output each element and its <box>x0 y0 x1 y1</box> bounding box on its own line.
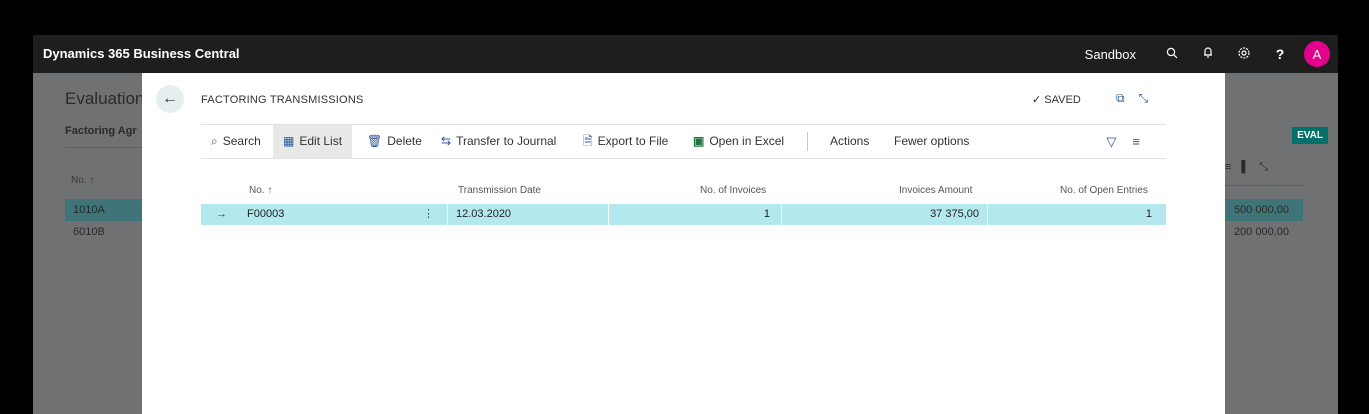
divider <box>65 147 145 148</box>
page-tool-icons: ≡▌⤡ <box>1225 161 1278 174</box>
export-to-file-button[interactable]: 🗎 Export to File <box>583 125 668 158</box>
environment-label[interactable]: Sandbox <box>1085 47 1136 62</box>
limit-value: 200 000,00 <box>1233 226 1289 238</box>
cell-transmission-date[interactable]: 12.03.2020 <box>456 204 511 225</box>
eval-badge: EVAL <box>1292 127 1328 144</box>
cell-invoices-amount[interactable]: 37 375,00 <box>781 204 979 225</box>
collapse-icon[interactable]: ⤡ <box>1259 161 1278 173</box>
avatar[interactable]: A <box>1304 41 1330 67</box>
trash-icon: 🗑 <box>367 134 383 148</box>
bookmark-icon[interactable]: ▌ <box>1241 161 1259 173</box>
table-row[interactable]: → F00003 ⋮ 12.03.2020 1 37 375,00 1 <box>201 204 1166 225</box>
settings-icon[interactable] <box>1226 46 1262 63</box>
cell-divider <box>447 204 448 225</box>
export-label: Export to File <box>597 134 669 148</box>
fewer-options-button[interactable]: Fewer options <box>894 125 969 158</box>
page-title: Evaluation <box>65 89 145 108</box>
row-arrow-icon: → <box>216 208 227 220</box>
app-window: Dynamics 365 Business Central Sandbox ? … <box>33 35 1338 414</box>
edit-list-icon: ▦ <box>283 134 295 148</box>
cell-no-of-open-entries[interactable]: 1 <box>987 204 1152 225</box>
transfer-label: Transfer to Journal <box>456 134 557 148</box>
divider <box>1225 185 1303 186</box>
open-excel-label: Open in Excel <box>709 134 785 148</box>
top-bar-right: Sandbox ? A <box>1085 35 1338 73</box>
limit-value: 500 000,00 <box>1225 199 1303 221</box>
app-brand[interactable]: Dynamics 365 Business Central <box>43 46 240 61</box>
edit-list-label: Edit List <box>299 134 343 148</box>
dialog-title: FACTORING TRANSMISSIONS <box>201 94 364 106</box>
action-separator <box>807 132 808 151</box>
column-header-transmission-date[interactable]: Transmission Date <box>458 185 541 196</box>
export-file-icon: 🗎 <box>583 134 593 148</box>
edit-list-button[interactable]: ▦ Edit List <box>273 125 353 158</box>
search-button[interactable]: ⌕ Search <box>211 125 261 158</box>
arrow-left-icon: ← <box>162 90 178 107</box>
factoring-transmissions-dialog: ← FACTORING TRANSMISSIONS ✓ SAVED ⧉⤡ ⌕ Se… <box>142 73 1225 414</box>
checkmark-icon: ✓ <box>1032 94 1042 106</box>
column-header-invoices-amount[interactable]: Invoices Amount <box>899 185 972 196</box>
list-view-icon[interactable]: ≡ <box>1132 134 1156 149</box>
action-bar-right: ▽≡ <box>1106 125 1156 158</box>
delete-button[interactable]: 🗑 Delete <box>367 125 422 158</box>
collapse-icon[interactable]: ⤡ <box>1139 91 1163 105</box>
dialog-tool-icons: ⧉⤡ <box>1116 91 1162 106</box>
notification-icon[interactable] <box>1190 46 1226 62</box>
cell-no-of-invoices[interactable]: 1 <box>608 204 770 225</box>
row-menu-icon[interactable]: ⋮ <box>423 204 434 225</box>
open-new-window-icon[interactable]: ⧉ <box>1116 91 1139 105</box>
column-header-no: No. ↑ <box>71 175 95 186</box>
filter-icon[interactable]: ▽ <box>1106 134 1132 149</box>
column-header-no[interactable]: No. ↑ <box>249 185 272 196</box>
search-icon: ⌕ <box>211 134 218 148</box>
cell-no[interactable]: F00003 <box>247 204 284 225</box>
column-header-no-of-open-entries[interactable]: No. of Open Entries <box>1060 185 1148 196</box>
excel-icon: ▣ <box>693 134 705 148</box>
list-item[interactable]: 1010A <box>65 199 143 221</box>
search-icon[interactable] <box>1154 46 1190 62</box>
help-icon[interactable]: ? <box>1262 46 1298 62</box>
column-header-no-of-invoices[interactable]: No. of Invoices <box>700 185 766 196</box>
delete-label: Delete <box>387 134 422 148</box>
saved-label: SAVED <box>1044 94 1081 106</box>
actions-menu[interactable]: Actions <box>830 125 869 158</box>
back-button[interactable]: ← <box>156 85 184 113</box>
search-label: Search <box>222 134 261 148</box>
transfer-icon: ⇆ <box>441 134 452 148</box>
page-subtitle: Factoring Agr <box>65 125 137 137</box>
top-bar: Dynamics 365 Business Central Sandbox ? … <box>33 35 1338 73</box>
transfer-to-journal-button[interactable]: ⇆ Transfer to Journal <box>441 125 556 158</box>
list-icon[interactable]: ≡ <box>1225 161 1241 173</box>
open-in-excel-button[interactable]: ▣ Open in Excel <box>693 125 784 158</box>
list-item[interactable]: 6010B <box>65 221 143 243</box>
action-bar: ⌕ Search ▦ Edit List 🗑 Delete ⇆ Transfer to … <box>201 124 1166 159</box>
saved-status: ✓ SAVED <box>1032 93 1081 106</box>
